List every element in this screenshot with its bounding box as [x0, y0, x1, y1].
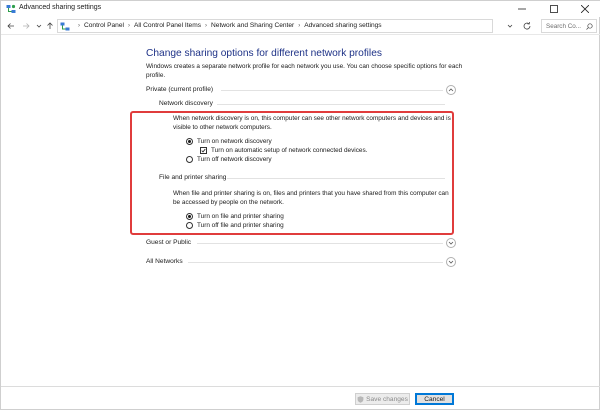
section-divider — [221, 90, 443, 91]
chevron-down-icon — [448, 260, 454, 264]
radio-button[interactable] — [186, 222, 193, 229]
section-divider — [197, 243, 443, 244]
back-button[interactable] — [6, 21, 16, 31]
save-changes-label: Save changes — [366, 395, 408, 403]
turn-off-network-discovery-option[interactable]: Turn off network discovery — [186, 156, 272, 163]
network-sharing-icon — [60, 22, 70, 31]
maximize-button[interactable] — [538, 1, 570, 17]
maximize-icon — [550, 5, 558, 13]
breadcrumb-separator: › — [127, 22, 130, 29]
file-printer-sharing-description: When file and printer sharing is on, fil… — [173, 190, 449, 206]
breadcrumb-control-panel[interactable]: Control Panel — [84, 22, 124, 29]
breadcrumb-separator: › — [298, 22, 301, 29]
breadcrumb: › Control Panel › All Control Panel Item… — [74, 22, 382, 29]
turn-on-file-sharing-label: Turn on file and printer sharing — [197, 213, 284, 220]
chevron-up-icon — [448, 88, 454, 92]
network-discovery-header: Network discovery — [159, 100, 213, 107]
radio-button[interactable] — [186, 138, 193, 145]
cancel-button[interactable]: Cancel — [415, 393, 454, 405]
search-box[interactable]: Search Co... — [541, 19, 597, 33]
close-button[interactable] — [569, 1, 600, 17]
turn-off-network-discovery-label: Turn off network discovery — [197, 156, 272, 163]
close-icon — [581, 5, 589, 13]
breadcrumb-network-sharing-center[interactable]: Network and Sharing Center — [211, 22, 294, 29]
uac-shield-icon — [357, 395, 364, 403]
private-profile-header[interactable]: Private (current profile) — [146, 86, 213, 93]
advanced-sharing-window: Advanced sharing settings › Control Pane… — [0, 0, 600, 410]
minimize-icon — [518, 8, 526, 10]
guest-public-header[interactable]: Guest or Public — [146, 239, 191, 246]
chevron-down-icon — [448, 241, 454, 245]
minimize-button[interactable] — [506, 1, 538, 17]
forward-button[interactable] — [21, 21, 31, 31]
all-networks-header[interactable]: All Networks — [146, 258, 183, 265]
arrow-up-icon — [47, 22, 53, 29]
breadcrumb-advanced-sharing[interactable]: Advanced sharing settings — [304, 22, 381, 29]
up-button[interactable] — [45, 21, 55, 31]
auto-setup-label: Turn on automatic setup of network conne… — [211, 147, 368, 154]
title-bar: Advanced sharing settings — [1, 1, 600, 17]
auto-setup-option[interactable]: Turn on automatic setup of network conne… — [200, 147, 367, 154]
turn-off-file-sharing-option[interactable]: Turn off file and printer sharing — [186, 222, 284, 229]
save-changes-button[interactable]: Save changes — [355, 393, 410, 405]
section-divider — [227, 178, 445, 179]
recent-locations-button[interactable] — [34, 21, 44, 31]
window-title: Advanced sharing settings — [19, 4, 102, 11]
checkmark-icon — [201, 148, 206, 153]
auto-setup-checkbox[interactable] — [200, 147, 207, 154]
page-intro: Windows creates a separate network profi… — [146, 63, 463, 79]
page-title: Change sharing options for different net… — [146, 48, 382, 59]
radio-button[interactable] — [186, 213, 193, 220]
network-discovery-description: When network discovery is on, this compu… — [173, 115, 451, 131]
arrow-left-icon — [7, 23, 14, 29]
breadcrumb-all-items[interactable]: All Control Panel Items — [134, 22, 201, 29]
section-divider — [217, 104, 445, 105]
file-printer-sharing-header: File and printer sharing — [159, 174, 227, 181]
address-bar[interactable]: › Control Panel › All Control Panel Item… — [57, 19, 493, 33]
address-dropdown-icon[interactable] — [506, 22, 514, 30]
radio-button[interactable] — [186, 156, 193, 163]
breadcrumb-separator: › — [205, 22, 208, 29]
arrow-right-icon — [23, 23, 30, 29]
chevron-down-icon — [36, 24, 42, 28]
guest-public-toggle[interactable] — [446, 238, 456, 248]
footer-divider — [1, 386, 600, 387]
turn-on-network-discovery-option[interactable]: Turn on network discovery — [186, 138, 272, 145]
refresh-icon[interactable] — [522, 21, 532, 31]
turn-on-file-sharing-option[interactable]: Turn on file and printer sharing — [186, 213, 284, 220]
private-profile-toggle[interactable] — [446, 85, 456, 95]
section-divider — [188, 262, 443, 263]
network-sharing-icon — [6, 4, 16, 13]
search-icon — [586, 23, 593, 30]
turn-off-file-sharing-label: Turn off file and printer sharing — [197, 222, 284, 229]
search-placeholder: Search Co... — [546, 23, 581, 30]
navigation-bar: › Control Panel › All Control Panel Item… — [1, 18, 600, 35]
all-networks-toggle[interactable] — [446, 257, 456, 267]
turn-on-network-discovery-label: Turn on network discovery — [197, 138, 272, 145]
breadcrumb-separator: › — [78, 22, 80, 29]
